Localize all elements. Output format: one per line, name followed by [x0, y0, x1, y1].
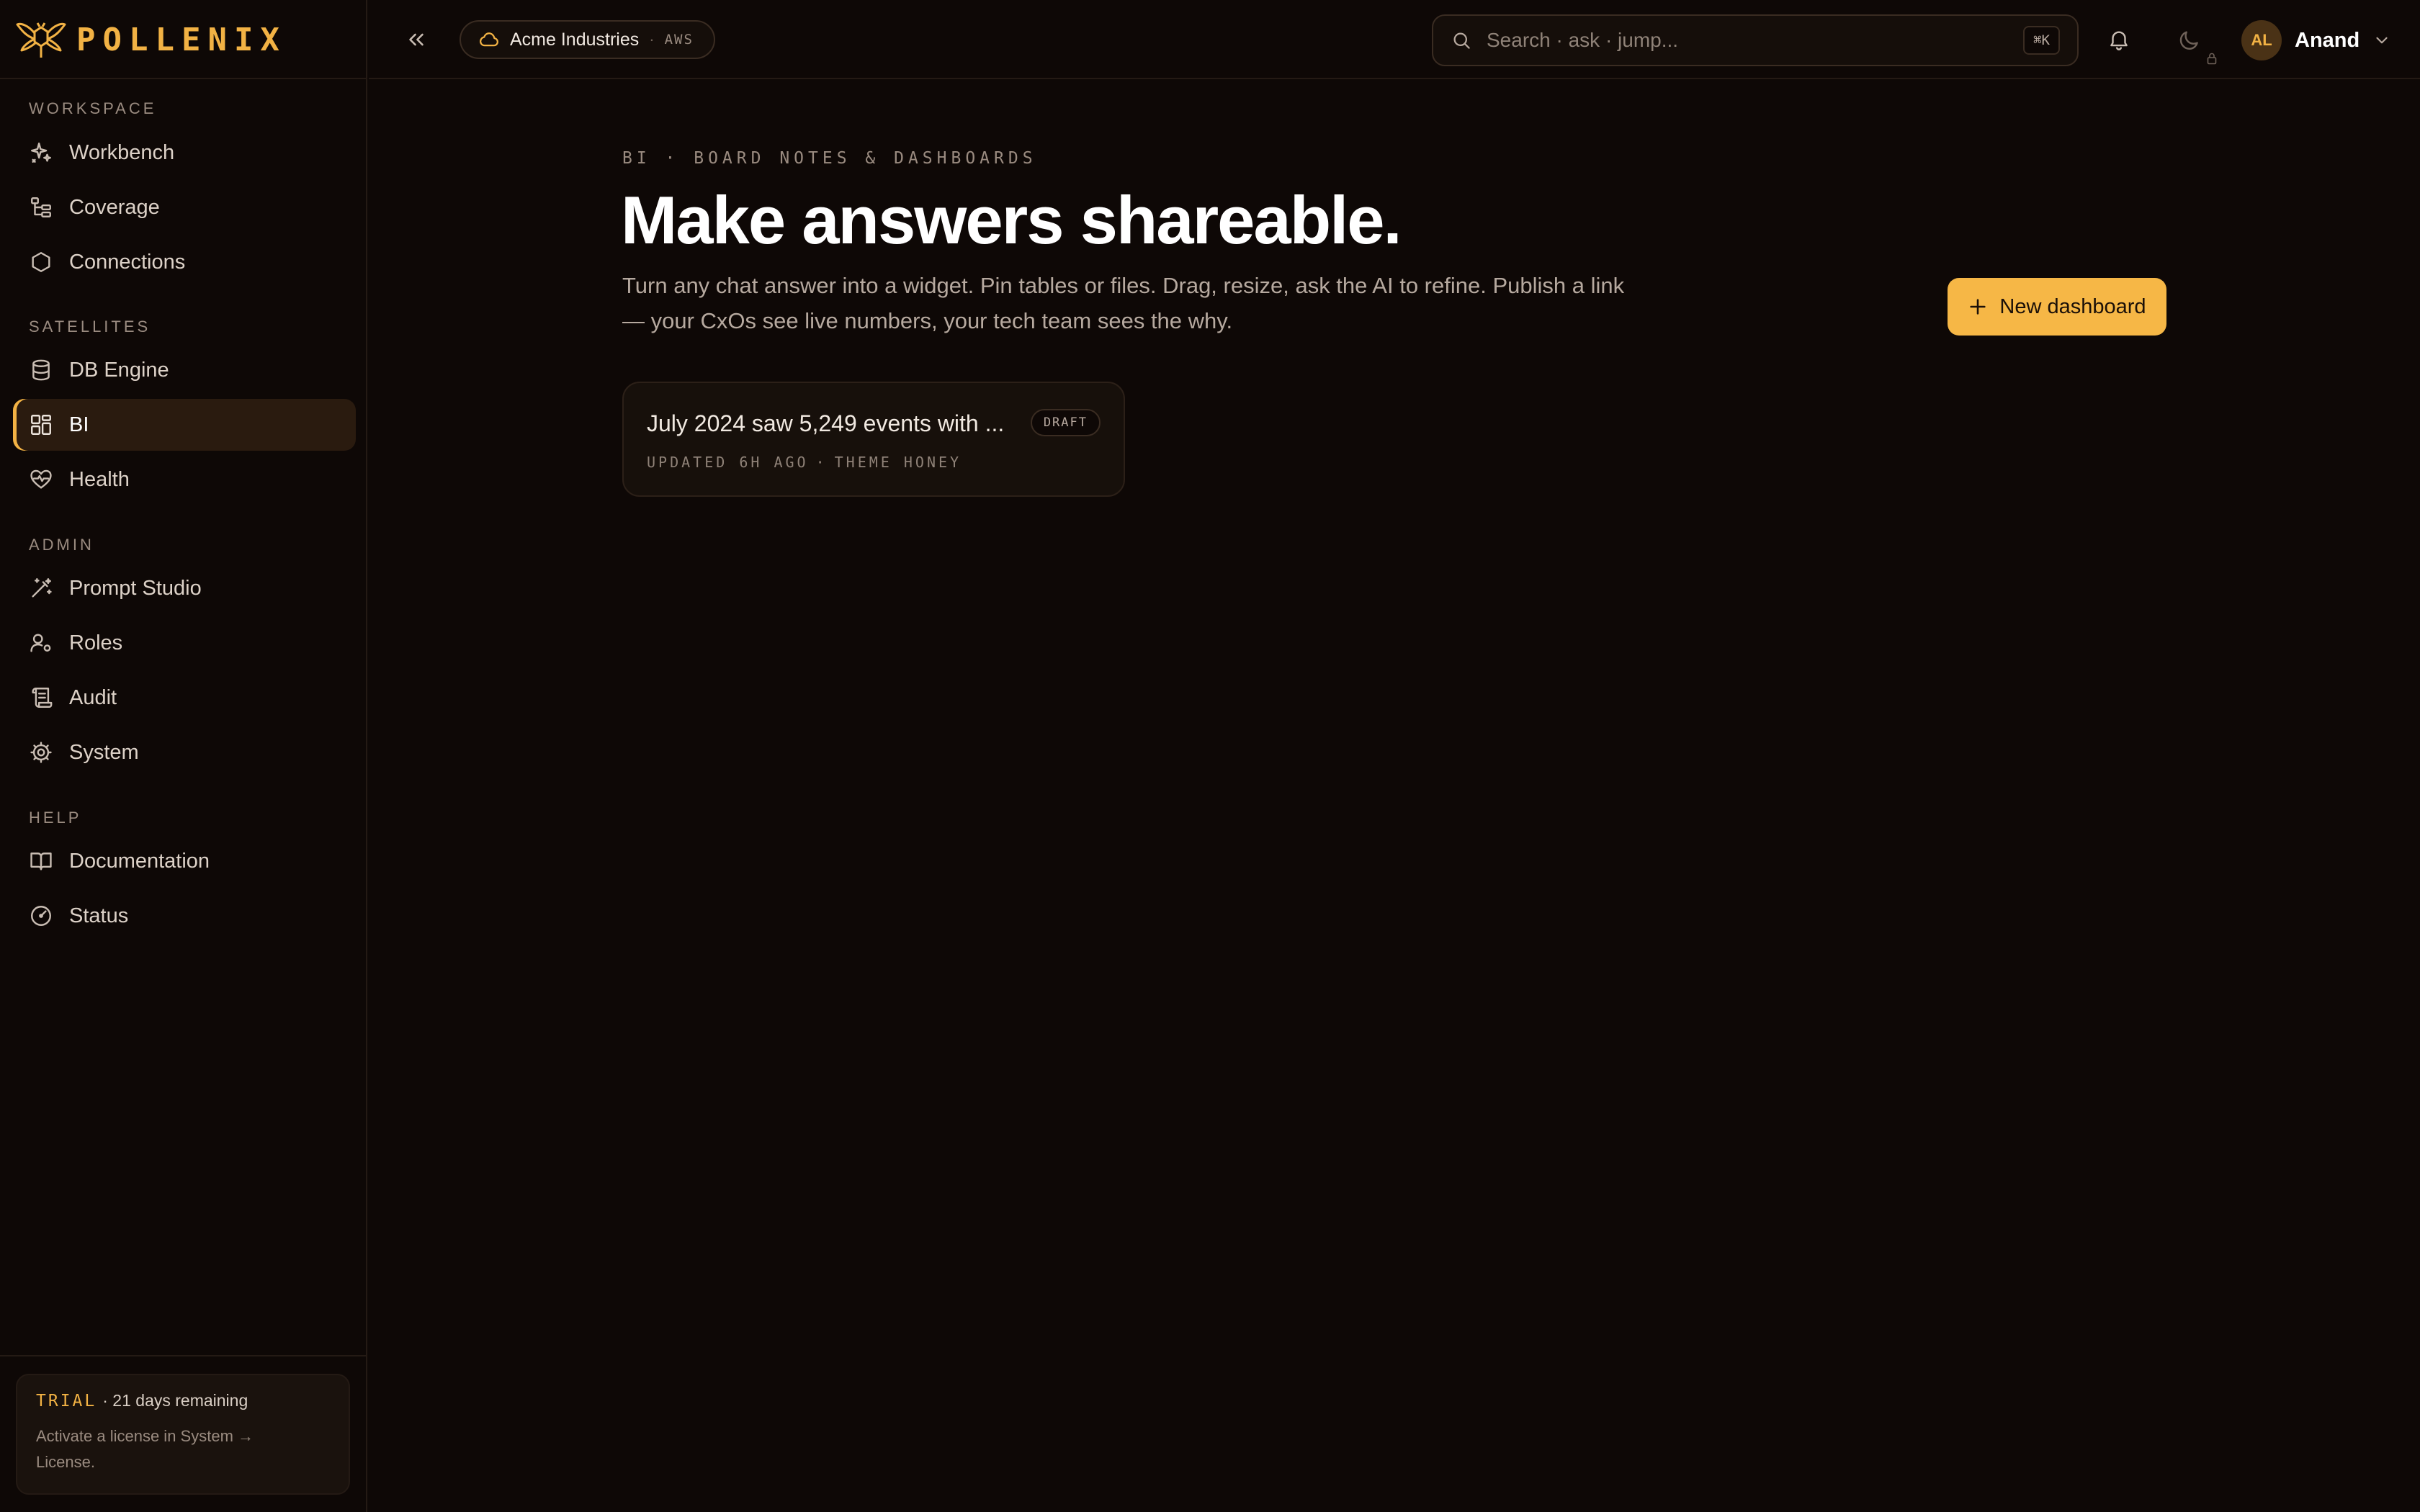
sidebar-item-system[interactable]: System	[13, 726, 356, 778]
tenant-name: Acme Industries	[510, 29, 640, 50]
sidebar: POLLENIX WORKSPACE Workbench Coverage Co…	[0, 0, 367, 1512]
book-icon	[30, 852, 52, 870]
global-search[interactable]: ⌘K	[1432, 14, 2079, 66]
sidebar-item-prompt-studio[interactable]: Prompt Studio	[13, 562, 356, 614]
sidebar-item-label: Prompt Studio	[69, 576, 202, 600]
sidebar-item-label: Connections	[69, 250, 186, 274]
nav-section-admin: ADMIN	[29, 536, 94, 554]
trial-note: Activate a license in System → License.	[36, 1427, 254, 1471]
scroll-icon	[32, 688, 53, 708]
tenant-cloud-provider: AWS	[664, 32, 694, 48]
sidebar-item-audit[interactable]: Audit	[13, 672, 356, 724]
tree-icon	[31, 197, 51, 217]
collapse-sidebar-button[interactable]	[402, 25, 431, 54]
notifications-button[interactable]	[2103, 24, 2135, 56]
topbar: Acme Industries · AWS ⌘K	[369, 0, 2420, 79]
search-shortcut-hint: ⌘K	[2023, 26, 2060, 55]
tenant-switcher[interactable]: Acme Industries · AWS	[460, 20, 715, 59]
chevrons-left-icon	[409, 33, 424, 46]
app-root: POLLENIX WORKSPACE Workbench Coverage Co…	[0, 0, 2420, 1512]
gear-icon	[30, 742, 52, 763]
moon-icon	[2179, 31, 2198, 50]
sidebar-item-workbench[interactable]: Workbench	[13, 127, 356, 179]
trial-remaining: · 21 days remaining	[102, 1391, 248, 1410]
sidebar-item-label: System	[69, 740, 139, 764]
user-menu[interactable]: AL Anand	[2241, 20, 2391, 60]
dashboard-meta: UPDATED 6H AGO · THEME HONEY	[647, 454, 962, 471]
trial-tag: TRIAL	[36, 1392, 97, 1410]
dashboard-title: July 2024 saw 5,249 events with ...	[647, 410, 1005, 436]
sidebar-item-label: Health	[69, 467, 130, 491]
search-input[interactable]	[1487, 29, 2024, 52]
sidebar-item-label: Workbench	[69, 140, 175, 164]
database-icon	[32, 359, 50, 381]
sidebar-item-status[interactable]: Status	[13, 890, 356, 942]
nav-section-workspace: WORKSPACE	[29, 99, 157, 117]
plus-icon	[1970, 299, 1986, 315]
status-badge: DRAFT	[1030, 409, 1101, 436]
cloud-icon	[480, 32, 498, 47]
bee-logo-icon	[16, 22, 66, 58]
nav-section-satellites: SATELLITES	[29, 318, 151, 336]
magic-wand-icon	[32, 578, 52, 598]
sidebar-item-documentation[interactable]: Documentation	[13, 835, 356, 887]
sidebar-item-label: DB Engine	[69, 358, 169, 382]
sidebar-item-coverage[interactable]: Coverage	[13, 181, 356, 233]
sidebar-item-label: Audit	[69, 685, 117, 709]
dashboard-meta-separator: ·	[815, 454, 828, 471]
user-gear-icon	[30, 634, 51, 652]
sidebar-divider	[0, 1355, 367, 1356]
dashboard-updated: UPDATED 6H AGO	[647, 454, 809, 471]
sidebar-item-connections[interactable]: Connections	[13, 236, 356, 288]
hexagon-icon	[32, 252, 50, 272]
bell-icon	[2110, 31, 2128, 50]
search-icon	[1453, 32, 1470, 49]
user-name: Anand	[2295, 28, 2360, 52]
page-description: Turn any chat answer into a widget. Pin …	[622, 273, 1625, 333]
dashboard-card[interactable]: July 2024 saw 5,249 events with ... DRAF…	[622, 382, 1125, 497]
sidebar-divider	[0, 78, 367, 79]
sparkles-icon	[31, 143, 51, 163]
heart-pulse-icon	[30, 469, 52, 489]
tenant-separator: ·	[649, 30, 655, 48]
dashboard-grid-icon	[31, 415, 51, 435]
new-dashboard-button[interactable]: New dashboard	[1948, 278, 2166, 336]
new-dashboard-label: New dashboard	[1999, 294, 2146, 318]
trial-card: TRIAL · 21 days remaining Activate a lic…	[16, 1374, 350, 1495]
gauge-icon	[31, 906, 51, 926]
dashboard-theme: THEME HONEY	[834, 454, 962, 471]
avatar: AL	[2241, 20, 2282, 60]
sidebar-item-label: Coverage	[69, 195, 160, 219]
nav-section-help: HELP	[29, 809, 82, 827]
sidebar-item-label: Roles	[69, 631, 123, 654]
sidebar-item-label: Documentation	[69, 849, 210, 873]
page-title: Make answers shareable.	[621, 182, 1402, 258]
page-eyebrow: BI · BOARD NOTES & DASHBOARDS	[622, 149, 1037, 168]
sidebar-item-bi[interactable]: BI	[13, 399, 356, 451]
sidebar-item-health[interactable]: Health	[13, 454, 356, 505]
brand-name: POLLENIX	[76, 21, 287, 58]
theme-toggle-button[interactable]	[2174, 24, 2205, 56]
sidebar-item-label: Status	[69, 904, 129, 927]
chevron-down-icon	[2376, 37, 2388, 44]
sidebar-item-roles[interactable]: Roles	[13, 617, 356, 669]
sidebar-item-db-engine[interactable]: DB Engine	[13, 344, 356, 396]
sidebar-item-label: BI	[69, 413, 89, 436]
brand-logo[interactable]: POLLENIX	[16, 17, 287, 62]
lock-icon	[2207, 53, 2217, 65]
